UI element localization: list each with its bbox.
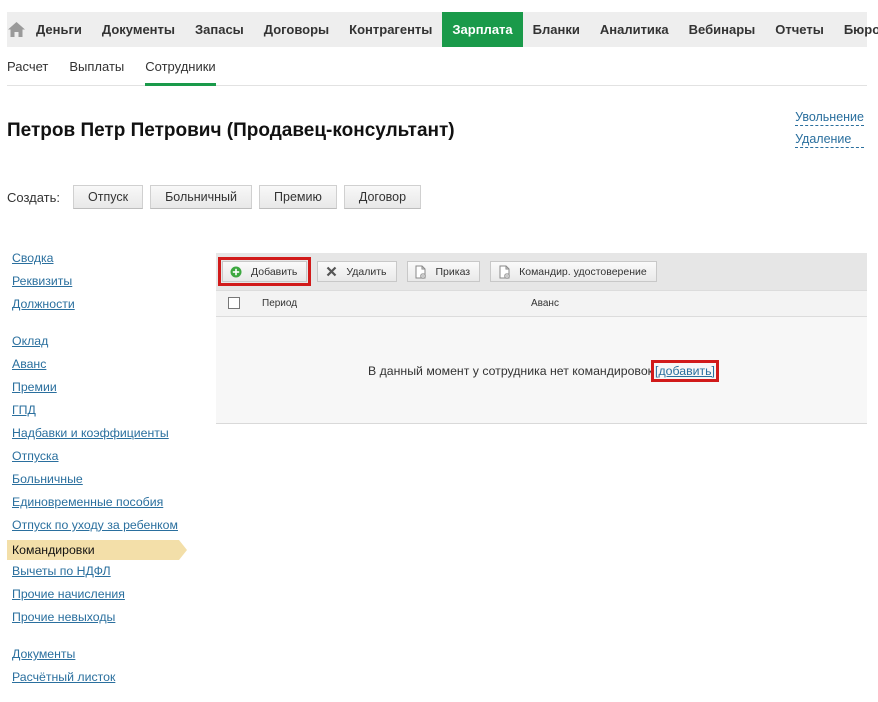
create-contract-button[interactable]: Договор — [343, 185, 422, 209]
table-body: В данный момент у сотрудника нет команди… — [216, 317, 867, 423]
page-title: Петров Петр Петрович (Продавец-консульта… — [7, 120, 455, 141]
employee-sidebar: Сводка Реквизиты Должности Оклад Аванс П… — [7, 250, 187, 692]
nav-bureau[interactable]: Бюро beta — [834, 12, 878, 47]
menu-bonuses[interactable]: Премии — [7, 379, 187, 402]
add-button-label: Добавить — [251, 265, 298, 278]
menu-divider — [7, 319, 187, 333]
nav-forms[interactable]: Бланки — [523, 12, 590, 47]
menu-details[interactable]: Реквизиты — [7, 273, 187, 296]
top-navigation: Деньги Документы Запасы Договоры Контраг… — [7, 12, 878, 47]
close-icon — [324, 265, 338, 279]
home-icon — [8, 22, 25, 37]
nav-contracts[interactable]: Договоры — [254, 12, 339, 47]
create-sick-leave-button[interactable]: Больничный — [150, 185, 253, 209]
menu-divider — [7, 632, 187, 646]
plus-circle-icon — [229, 265, 243, 279]
menu-documents[interactable]: Документы — [7, 646, 187, 669]
certificate-button-label: Командир. удостоверение — [519, 265, 647, 278]
column-period[interactable]: Период — [262, 298, 297, 309]
employee-actions: Увольнение Удаление — [795, 110, 864, 154]
order-button[interactable]: Приказ — [406, 261, 481, 282]
menu-sick-leaves[interactable]: Больничные — [7, 471, 187, 494]
menu-payslip[interactable]: Расчётный листок — [7, 669, 187, 692]
select-all-checkbox[interactable] — [228, 297, 240, 309]
menu-summary[interactable]: Сводка — [7, 250, 187, 273]
create-vacation-button[interactable]: Отпуск — [73, 185, 144, 209]
menu-advance[interactable]: Аванс — [7, 356, 187, 379]
delete-link[interactable]: Удаление — [795, 132, 864, 148]
empty-state-add-link[interactable]: [добавить] — [651, 360, 719, 382]
subnav-employees[interactable]: Сотрудники — [145, 58, 216, 86]
certificate-button[interactable]: Командир. удостоверение — [490, 261, 657, 282]
create-row: Создать: Отпуск Больничный Премию Догово… — [7, 185, 428, 209]
nav-salary[interactable]: Зарплата — [442, 12, 523, 47]
subnav-calculation[interactable]: Расчет — [7, 58, 48, 86]
menu-positions[interactable]: Должности — [7, 296, 187, 319]
nav-documents[interactable]: Документы — [92, 12, 185, 47]
grid-toolbar: Добавить Удалить Приказ Командир. удосто… — [216, 253, 867, 290]
menu-salary[interactable]: Оклад — [7, 333, 187, 356]
document-icon — [414, 265, 428, 279]
menu-vacations[interactable]: Отпуска — [7, 448, 187, 471]
subnav-payments[interactable]: Выплаты — [69, 58, 124, 86]
menu-allowances[interactable]: Надбавки и коэффициенты — [7, 425, 187, 448]
menu-one-time-benefits[interactable]: Единовременные пособия — [7, 494, 187, 517]
nav-webinars[interactable]: Вебинары — [679, 12, 766, 47]
add-button[interactable]: Добавить — [217, 257, 312, 286]
remove-button[interactable]: Удалить — [317, 261, 397, 282]
table-header: Период Аванс — [216, 290, 867, 317]
nav-reports[interactable]: Отчеты — [765, 12, 834, 47]
business-trips-panel: Добавить Удалить Приказ Командир. удосто… — [216, 253, 867, 424]
menu-business-trips[interactable]: Командировки — [7, 540, 187, 560]
menu-gpd[interactable]: ГПД — [7, 402, 187, 425]
nav-analytics[interactable]: Аналитика — [590, 12, 679, 47]
create-label: Создать: — [7, 189, 61, 205]
empty-state-text: В данный момент у сотрудника нет команди… — [368, 364, 654, 378]
column-advance[interactable]: Аванс — [531, 298, 559, 309]
menu-other-accruals[interactable]: Прочие начисления — [7, 586, 187, 609]
create-bonus-button[interactable]: Премию — [259, 185, 337, 209]
menu-parental-leave[interactable]: Отпуск по уходу за ребенком — [7, 517, 187, 540]
dismiss-link[interactable]: Увольнение — [795, 110, 864, 126]
nav-stock[interactable]: Запасы — [185, 12, 254, 47]
document-icon — [497, 265, 511, 279]
remove-button-label: Удалить — [346, 265, 387, 278]
sub-navigation: Расчет Выплаты Сотрудники — [7, 58, 867, 86]
nav-counterparties[interactable]: Контрагенты — [339, 12, 442, 47]
menu-tax-deductions[interactable]: Вычеты по НДФЛ — [7, 563, 187, 586]
menu-other-absences[interactable]: Прочие невыходы — [7, 609, 187, 632]
nav-money[interactable]: Деньги — [26, 12, 92, 47]
order-button-label: Приказ — [435, 265, 471, 278]
nav-bureau-label: Бюро — [843, 22, 878, 37]
empty-state-message: В данный момент у сотрудника нет команди… — [368, 360, 719, 382]
home-button[interactable] — [7, 12, 26, 47]
